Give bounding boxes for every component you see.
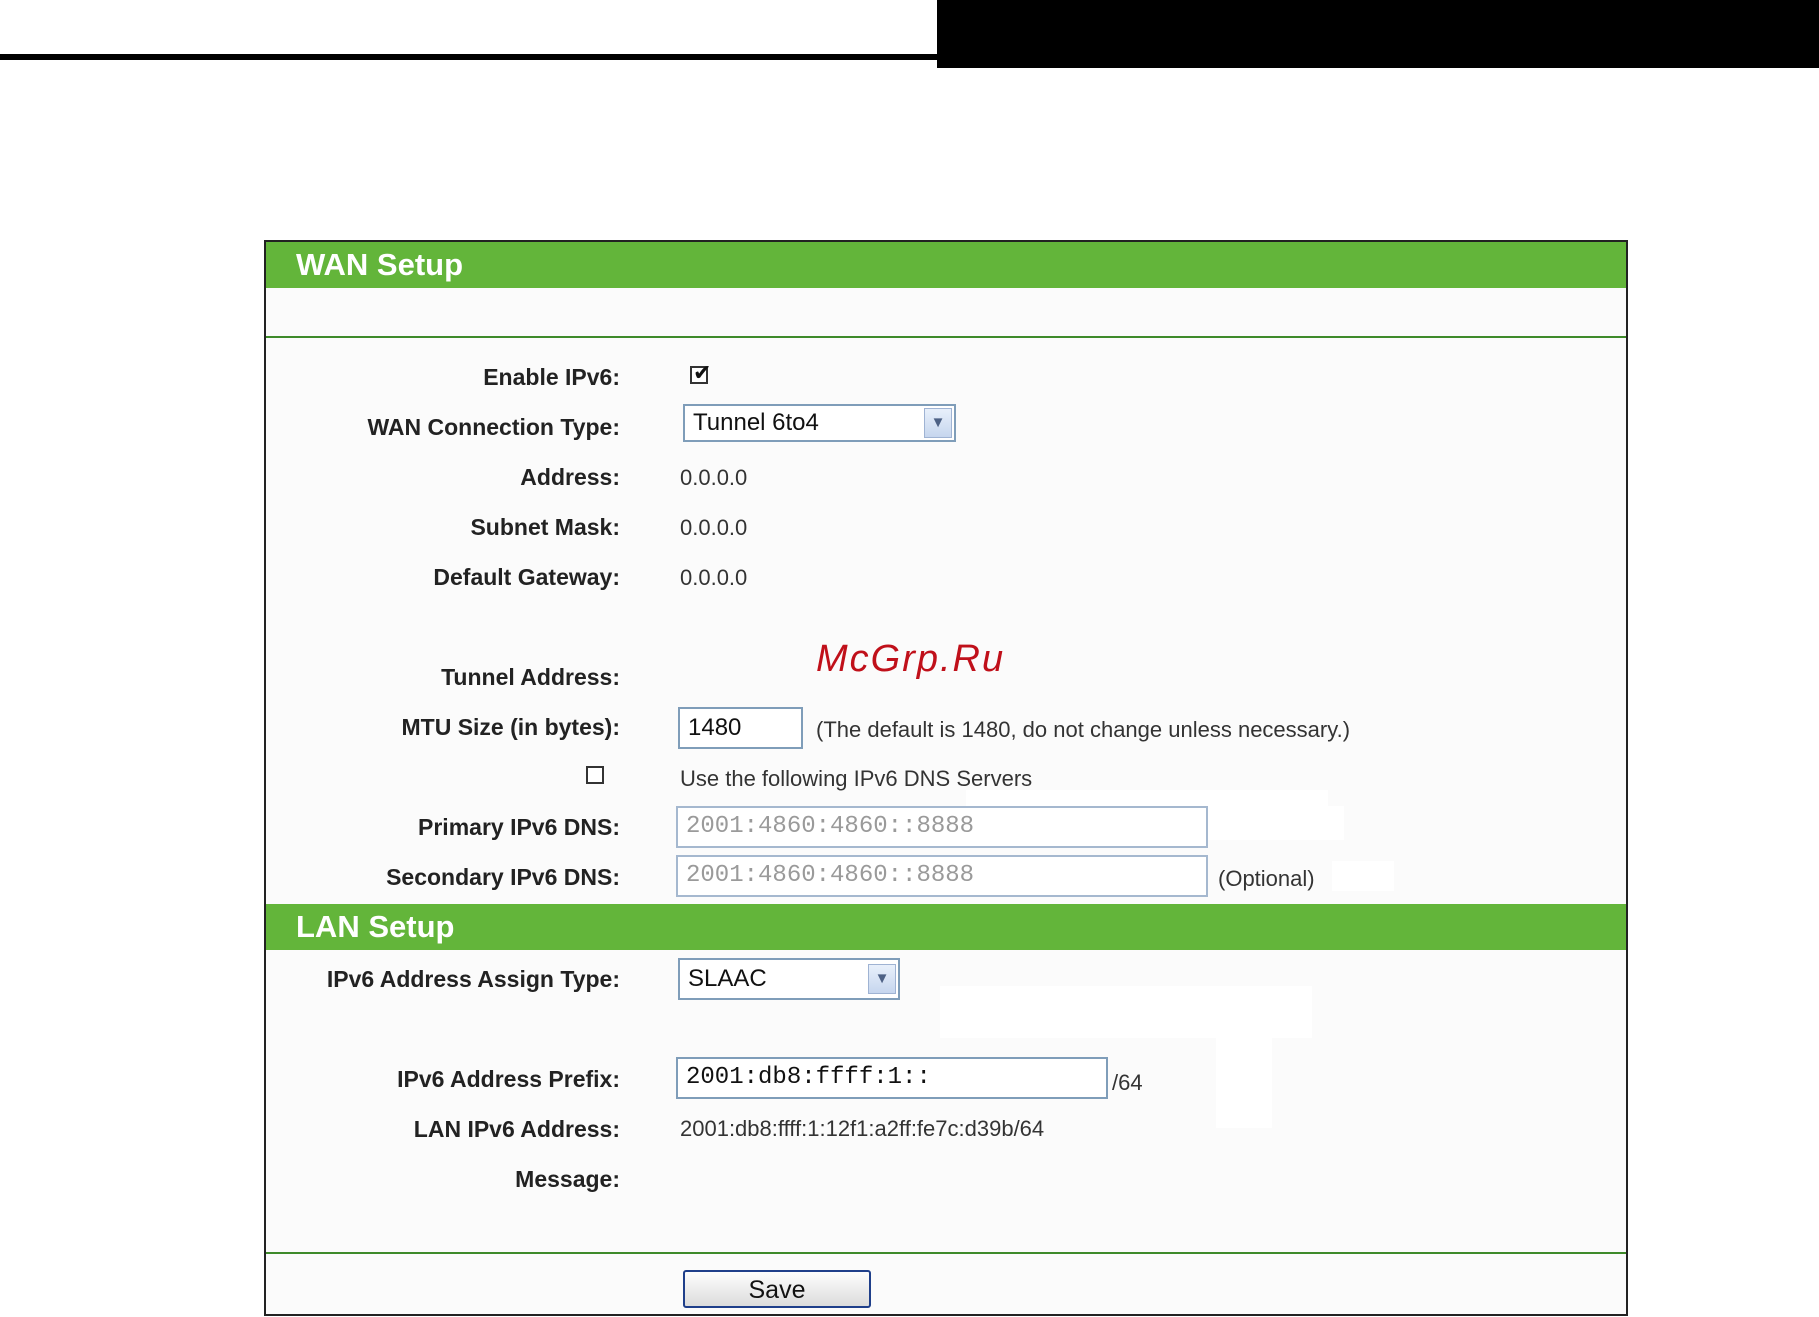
use-dns-servers-checkbox[interactable] — [586, 766, 604, 784]
primary-ipv6-dns-label: Primary IPv6 DNS: — [418, 814, 620, 840]
enable-ipv6-label: Enable IPv6: — [483, 364, 620, 390]
lan-ipv6-address-label: LAN IPv6 Address: — [413, 1116, 620, 1142]
lan-setup-header: LAN Setup — [266, 904, 1626, 950]
default-gateway-label: Default Gateway: — [433, 564, 620, 590]
subnet-mask-label: Subnet Mask: — [470, 514, 620, 540]
secondary-ipv6-dns-input[interactable]: 2001:4860:4860::8888 — [676, 855, 1208, 897]
secondary-ipv6-dns-label: Secondary IPv6 DNS: — [386, 864, 620, 890]
message-label: Message: — [515, 1166, 620, 1192]
ipv6-assign-type-select[interactable]: SLAAC ▼ — [678, 958, 900, 1000]
wan-connection-type-select[interactable]: Tunnel 6to4 ▼ — [683, 404, 956, 442]
lan-ipv6-address-value: 2001:db8:ffff:1:12f1:a2ff:fe7c:d39b/64 — [680, 1116, 1045, 1141]
white-redaction — [1206, 806, 1344, 840]
address-label: Address: — [520, 464, 620, 490]
subnet-mask-value: 0.0.0.0 — [680, 515, 748, 540]
use-dns-servers-label: Use the following IPv6 DNS Servers — [680, 766, 1033, 791]
wan-divider — [266, 336, 1626, 338]
ipv6-address-prefix-label: IPv6 Address Prefix: — [397, 1066, 620, 1092]
wan-connection-type-label: WAN Connection Type: — [367, 414, 620, 440]
ipv6-assign-type-value: SLAAC — [688, 965, 767, 992]
ipv6-assign-type-label: IPv6 Address Assign Type: — [326, 966, 620, 992]
prefix-length: /64 — [1112, 1070, 1143, 1095]
settings-panel: WAN Setup Enable IPv6: ✔ WAN Connection … — [264, 240, 1628, 1316]
wan-setup-header: WAN Setup — [266, 242, 1626, 288]
save-button[interactable]: Save — [683, 1270, 871, 1308]
white-redaction — [1216, 1036, 1272, 1128]
ipv6-address-prefix-input[interactable]: 2001:db8:ffff:1:: — [676, 1057, 1108, 1099]
mtu-hint: (The default is 1480, do not change unle… — [816, 717, 1351, 742]
white-redaction — [966, 790, 1328, 806]
optional-hint: (Optional) — [1218, 866, 1315, 891]
footer-divider — [266, 1252, 1626, 1254]
white-redaction — [1332, 861, 1394, 891]
chevron-down-icon[interactable]: ▼ — [868, 964, 896, 994]
mtu-size-label: MTU Size (in bytes): — [401, 714, 620, 740]
default-gateway-value: 0.0.0.0 — [680, 565, 748, 590]
address-value: 0.0.0.0 — [680, 465, 748, 490]
white-redaction — [940, 986, 1312, 1038]
enable-ipv6-checkbox[interactable]: ✔ — [690, 361, 711, 386]
top-bar-left — [0, 0, 937, 60]
checkmark-icon: ✔ — [693, 361, 712, 386]
tunnel-address-label: Tunnel Address: — [441, 664, 620, 690]
primary-ipv6-dns-input[interactable]: 2001:4860:4860::8888 — [676, 806, 1208, 848]
wan-connection-type-value: Tunnel 6to4 — [693, 409, 819, 436]
mtu-size-input[interactable]: 1480 — [678, 707, 803, 749]
top-bar-right — [937, 0, 1819, 68]
chevron-down-icon[interactable]: ▼ — [924, 408, 952, 438]
watermark: McGrp.Ru — [816, 638, 1006, 680]
